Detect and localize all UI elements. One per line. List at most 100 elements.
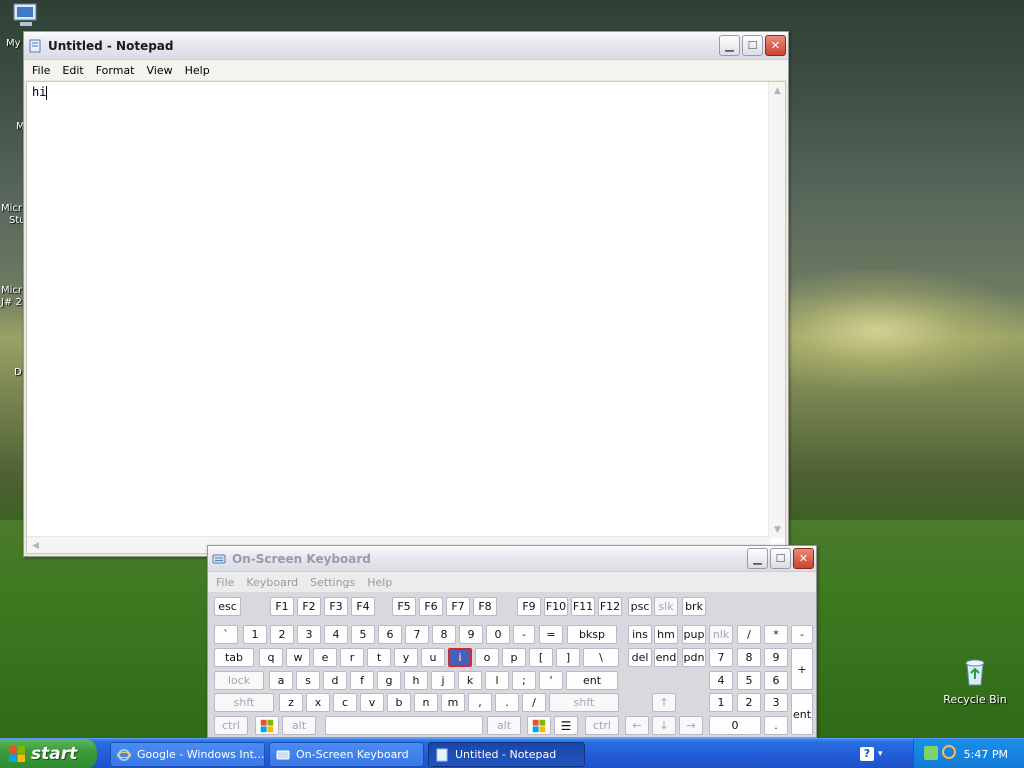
key-bottom-n[interactable]: n: [414, 693, 438, 712]
key-fn-esc[interactable]: esc: [214, 597, 241, 616]
key-bottom-3[interactable]: 3: [764, 693, 788, 712]
key-top-y[interactable]: y: [394, 648, 418, 667]
key-home-6[interactable]: 6: [764, 671, 788, 690]
key-top-x5c[interactable]: \: [583, 648, 619, 667]
clock[interactable]: 5:47 PM: [964, 748, 1008, 761]
start-button[interactable]: start: [0, 739, 97, 768]
key-bottom-shft[interactable]: shft: [214, 693, 274, 712]
key-fn-slk[interactable]: slk: [654, 597, 678, 616]
key-num-1[interactable]: 1: [243, 625, 267, 644]
key-top-p[interactable]: p: [502, 648, 526, 667]
key-home-h[interactable]: h: [404, 671, 428, 690]
key-num-3[interactable]: 3: [297, 625, 321, 644]
osk-menu-keyboard[interactable]: Keyboard: [240, 576, 304, 589]
key-space-ctrl[interactable]: ctrl: [585, 716, 619, 735]
key-home-ent[interactable]: ent: [566, 671, 618, 690]
key-top-9[interactable]: 9: [764, 648, 788, 667]
key-num-8[interactable]: 8: [432, 625, 456, 644]
key-num-4[interactable]: 4: [324, 625, 348, 644]
task-notepad[interactable]: Untitled - Notepad: [428, 742, 585, 767]
key-bottom-b[interactable]: b: [387, 693, 411, 712]
key-bottom-2[interactable]: 2: [737, 693, 761, 712]
key-num-0[interactable]: 0: [486, 625, 510, 644]
scroll-left-icon[interactable]: ◀: [27, 537, 44, 554]
key-num-7[interactable]: 7: [405, 625, 429, 644]
osk-menu-settings[interactable]: Settings: [304, 576, 361, 589]
key-top-u[interactable]: u: [421, 648, 445, 667]
key-home-k[interactable]: k: [458, 671, 482, 690]
key-windows-left[interactable]: [255, 716, 279, 735]
osk-titlebar[interactable]: On-Screen Keyboard ▁ ☐ ✕: [208, 546, 816, 572]
osk-menu-help[interactable]: Help: [361, 576, 398, 589]
menu-edit[interactable]: Edit: [56, 64, 89, 77]
key-top-8[interactable]: 8: [737, 648, 761, 667]
key-space-alt[interactable]: alt: [282, 716, 316, 735]
key-home-d[interactable]: d: [323, 671, 347, 690]
osk-close-button[interactable]: ✕: [793, 548, 814, 569]
key-num-6[interactable]: 6: [378, 625, 402, 644]
key-top-r[interactable]: r: [340, 648, 364, 667]
language-bar[interactable]: ? ▾: [860, 744, 900, 764]
key-fn-F3[interactable]: F3: [324, 597, 348, 616]
key-top-i[interactable]: i: [448, 648, 472, 667]
key-top-o[interactable]: o: [475, 648, 499, 667]
key-num-pup[interactable]: pup: [682, 625, 706, 644]
key-num-5[interactable]: 5: [351, 625, 375, 644]
key-fn-F4[interactable]: F4: [351, 597, 375, 616]
osk-menu-file[interactable]: File: [210, 576, 240, 589]
key-home-a[interactable]: a: [269, 671, 293, 690]
key-arrow-right-icon[interactable]: →: [679, 716, 703, 735]
task-google-ie[interactable]: Google - Windows Int...: [110, 742, 265, 767]
key-top-x5b[interactable]: [: [529, 648, 553, 667]
notepad-window[interactable]: Untitled - Notepad ▁ ☐ ✕ File Edit Forma…: [23, 31, 789, 557]
key-fn-psc[interactable]: psc: [628, 597, 652, 616]
key-home-x27[interactable]: ': [539, 671, 563, 690]
key-arrow-left-icon[interactable]: ←: [625, 716, 649, 735]
key-fn-F1[interactable]: F1: [270, 597, 294, 616]
key-arrow-down-icon[interactable]: ↓: [652, 716, 676, 735]
key-num-nlk[interactable]: nlk: [709, 625, 733, 644]
key-home-l[interactable]: l: [485, 671, 509, 690]
key-bottom-x[interactable]: x: [306, 693, 330, 712]
network-icon[interactable]: [924, 746, 938, 760]
menu-file[interactable]: File: [26, 64, 56, 77]
notepad-text-area[interactable]: hi ▲ ▼ ◀: [26, 81, 786, 554]
key-home-j[interactable]: j: [431, 671, 455, 690]
search-icon[interactable]: [942, 745, 956, 759]
minimize-button[interactable]: ▁: [719, 35, 740, 56]
key-menu[interactable]: ☰: [554, 716, 578, 735]
key-top-e[interactable]: e: [313, 648, 337, 667]
maximize-button[interactable]: ☐: [742, 35, 763, 56]
osk-minimize-button[interactable]: ▁: [747, 548, 768, 569]
task-osk[interactable]: On-Screen Keyboard: [269, 742, 424, 767]
key-space-x2e[interactable]: .: [764, 716, 788, 735]
key-space-alt[interactable]: alt: [487, 716, 521, 735]
key-bottom-shft[interactable]: shft: [549, 693, 619, 712]
key-bottom-1[interactable]: 1: [709, 693, 733, 712]
osk-maximize-button[interactable]: ☐: [770, 548, 791, 569]
key-bottom-c[interactable]: c: [333, 693, 357, 712]
key-top-w[interactable]: w: [286, 648, 310, 667]
menu-help[interactable]: Help: [179, 64, 216, 77]
key-bottom-x2f[interactable]: /: [522, 693, 546, 712]
key-fn-F5[interactable]: F5: [392, 597, 416, 616]
key-fn-F2[interactable]: F2: [297, 597, 321, 616]
key-num-x60[interactable]: `: [214, 625, 238, 644]
key-fn-F9[interactable]: F9: [517, 597, 541, 616]
key-num-x2a[interactable]: *: [764, 625, 788, 644]
key-top-q[interactable]: q: [259, 648, 283, 667]
key-num-ins[interactable]: ins: [628, 625, 652, 644]
key-bottom-x2c[interactable]: ,: [468, 693, 492, 712]
key-bottom-v[interactable]: v: [360, 693, 384, 712]
key-fn-F12[interactable]: F12: [598, 597, 622, 616]
key-num-x3d[interactable]: =: [539, 625, 563, 644]
key-space-0[interactable]: 0: [709, 716, 761, 735]
key-num-x2f[interactable]: /: [737, 625, 761, 644]
key-home-g[interactable]: g: [377, 671, 401, 690]
key-home-s[interactable]: s: [296, 671, 320, 690]
key-home-lock[interactable]: lock: [214, 671, 264, 690]
key-num-9[interactable]: 9: [459, 625, 483, 644]
key-home-x3b[interactable]: ;: [512, 671, 536, 690]
key-fn-F10[interactable]: F10: [544, 597, 568, 616]
key-top-tab[interactable]: tab: [214, 648, 254, 667]
